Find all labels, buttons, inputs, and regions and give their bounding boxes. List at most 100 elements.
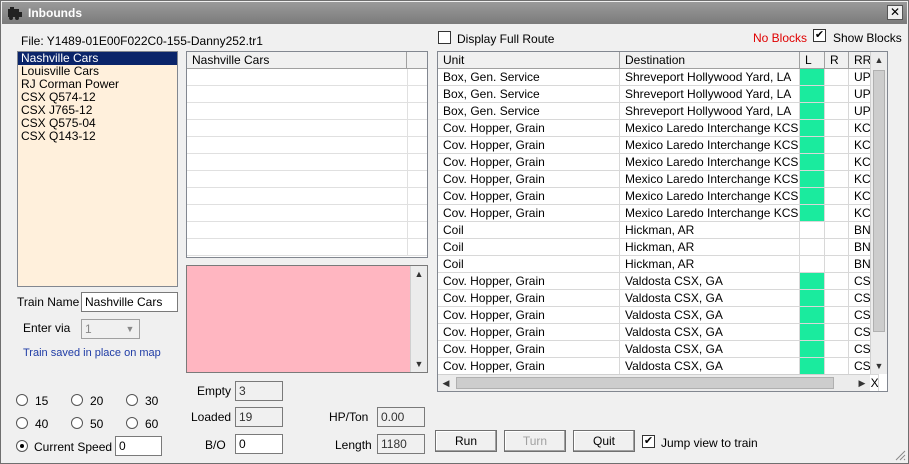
title-bar[interactable]: Inbounds ✕ (2, 2, 907, 24)
cell-destination: Valdosta CSX, GA (620, 324, 800, 341)
table-row[interactable]: Cov. Hopper, Grain Valdosta CSX, GA CSX (438, 324, 887, 341)
speed-option-label: 30 (145, 394, 159, 408)
train-name-input[interactable]: Nashville Cars (81, 292, 178, 312)
car-list-row[interactable] (187, 137, 407, 154)
chevron-down-icon: ▼ (125, 324, 135, 334)
grid-hscroll-thumb[interactable] (456, 377, 834, 389)
cell-r (825, 324, 849, 341)
table-row[interactable]: CoilHickman, ARBNSF (438, 256, 887, 273)
scroll-down-icon[interactable]: ▼ (871, 358, 887, 374)
scroll-up-icon[interactable]: ▲ (871, 52, 887, 68)
notes-vscroll[interactable]: ▲ ▼ (410, 266, 427, 372)
length-label: Length (335, 438, 372, 452)
table-row[interactable]: Cov. Hopper, Grain Mexico Laredo Intercha… (438, 120, 887, 137)
col-unit[interactable]: Unit (438, 52, 620, 69)
table-row[interactable]: CoilHickman, ARBNSF (438, 222, 887, 239)
scroll-down-icon[interactable]: ▼ (411, 356, 427, 372)
col-r[interactable]: R (825, 52, 849, 69)
current-speed-input[interactable]: 0 (115, 436, 162, 456)
car-list-row[interactable] (187, 103, 407, 120)
display-full-route-checkbox[interactable] (438, 31, 451, 44)
grid-vscroll-thumb[interactable] (873, 70, 885, 332)
run-button[interactable]: Run (435, 430, 497, 452)
table-row[interactable]: Cov. Hopper, Grain Valdosta CSX, GA CSX (438, 358, 887, 375)
radio-speed-20[interactable] (71, 394, 83, 406)
car-list-cell (407, 239, 427, 256)
cell-r (825, 86, 849, 103)
table-row[interactable]: Cov. Hopper, Grain Mexico Laredo Intercha… (438, 205, 887, 222)
table-row[interactable]: Box, Gen. Service Shreveport Hollywood Ya… (438, 69, 887, 86)
car-list-row[interactable] (187, 86, 407, 103)
cell-r (825, 69, 849, 86)
notes-textarea[interactable]: ▲ ▼ (186, 265, 428, 373)
radio-speed-50[interactable] (71, 417, 83, 429)
car-list-row[interactable] (187, 205, 407, 222)
current-speed-label: Current Speed (34, 440, 113, 454)
table-row[interactable]: Cov. Hopper, Grain Valdosta CSX, GA CSX (438, 341, 887, 358)
resize-grip-icon[interactable] (894, 449, 906, 461)
train-listbox[interactable]: Nashville Cars Louisville Cars RJ Corman P… (17, 51, 178, 287)
speed-option-label: 40 (35, 417, 49, 431)
car-list-cell (407, 120, 427, 137)
car-list-row[interactable] (187, 188, 407, 205)
table-row[interactable]: Box, Gen. Service Shreveport Hollywood Ya… (438, 103, 887, 120)
cell-l (800, 171, 825, 188)
show-blocks-label: Show Blocks (833, 31, 902, 45)
radio-current-speed[interactable] (16, 440, 28, 452)
car-list-row[interactable] (187, 239, 407, 256)
quit-button[interactable]: Quit (573, 430, 635, 452)
table-row[interactable]: Box, Gen. Service Shreveport Hollywood Ya… (438, 86, 887, 103)
radio-speed-60[interactable] (126, 417, 138, 429)
cell-destination: Mexico Laredo Interchange KCS,... (620, 120, 800, 137)
car-list-cell (407, 171, 427, 188)
speed-option-label: 50 (90, 417, 104, 431)
show-blocks-checkbox[interactable]: ✔ (813, 29, 826, 42)
cell-destination: Shreveport Hollywood Yard, LA (620, 86, 800, 103)
speed-option-label: 15 (35, 394, 49, 408)
turn-button[interactable]: Turn (504, 430, 566, 452)
car-list-row[interactable] (187, 222, 407, 239)
car-list-row[interactable] (187, 171, 407, 188)
radio-speed-40[interactable] (16, 417, 28, 429)
table-row[interactable]: Cov. Hopper, Grain Mexico Laredo Intercha… (438, 188, 887, 205)
consist-grid[interactable]: Unit Destination L R RR Box, Gen. Servic… (437, 51, 888, 392)
cell-unit: Coil (438, 239, 620, 256)
radio-speed-15[interactable] (16, 394, 28, 406)
car-list-row[interactable] (187, 154, 407, 171)
enter-via-select[interactable]: 1 ▼ (81, 319, 140, 339)
cell-l (800, 239, 825, 256)
scroll-up-icon[interactable]: ▲ (411, 266, 427, 282)
col-l[interactable]: L (800, 52, 825, 69)
table-row[interactable]: Cov. Hopper, Grain Valdosta CSX, GA CSX (438, 290, 887, 307)
grid-hscroll[interactable]: ◀ ▶ (438, 374, 870, 391)
table-row[interactable]: Cov. Hopper, Grain Valdosta CSX, GA CSX (438, 273, 887, 290)
jump-view-checkbox[interactable]: ✔ (642, 435, 655, 448)
hpton-label: HP/Ton (329, 410, 369, 424)
table-row[interactable]: Cov. Hopper, Grain Mexico Laredo Intercha… (438, 137, 887, 154)
table-row[interactable]: Cov. Hopper, Grain Mexico Laredo Intercha… (438, 171, 887, 188)
table-row[interactable]: Cov. Hopper, Grain Valdosta CSX, GA CSX (438, 307, 887, 324)
car-list-grid[interactable]: Nashville Cars (186, 51, 428, 258)
grid-vscroll[interactable]: ▲ ▼ (870, 52, 887, 374)
display-full-route-label: Display Full Route (457, 32, 555, 46)
radio-speed-30[interactable] (126, 394, 138, 406)
car-list-cell (407, 103, 427, 120)
car-list-row[interactable] (187, 120, 407, 137)
bo-input[interactable]: 0 (235, 434, 283, 454)
table-row[interactable]: Cov. Hopper, Grain Mexico Laredo Intercha… (438, 154, 887, 171)
scroll-left-icon[interactable]: ◀ (438, 375, 454, 391)
car-list-row[interactable] (187, 69, 407, 86)
cell-destination: Valdosta CSX, GA (620, 358, 800, 375)
cell-l (800, 120, 825, 137)
close-button[interactable]: ✕ (887, 5, 903, 20)
cell-r (825, 273, 849, 290)
cell-destination: Mexico Laredo Interchange KCS,... (620, 171, 800, 188)
cell-unit: Cov. Hopper, Grain (438, 188, 620, 205)
col-destination[interactable]: Destination (620, 52, 800, 69)
scroll-right-icon[interactable]: ▶ (854, 375, 870, 391)
empty-value: 3 (235, 381, 283, 401)
jump-view-label: Jump view to train (661, 436, 758, 450)
train-list-item[interactable]: CSX Q143-12 (18, 130, 177, 143)
cell-l (800, 205, 825, 222)
table-row[interactable]: CoilHickman, ARBNSF (438, 239, 887, 256)
